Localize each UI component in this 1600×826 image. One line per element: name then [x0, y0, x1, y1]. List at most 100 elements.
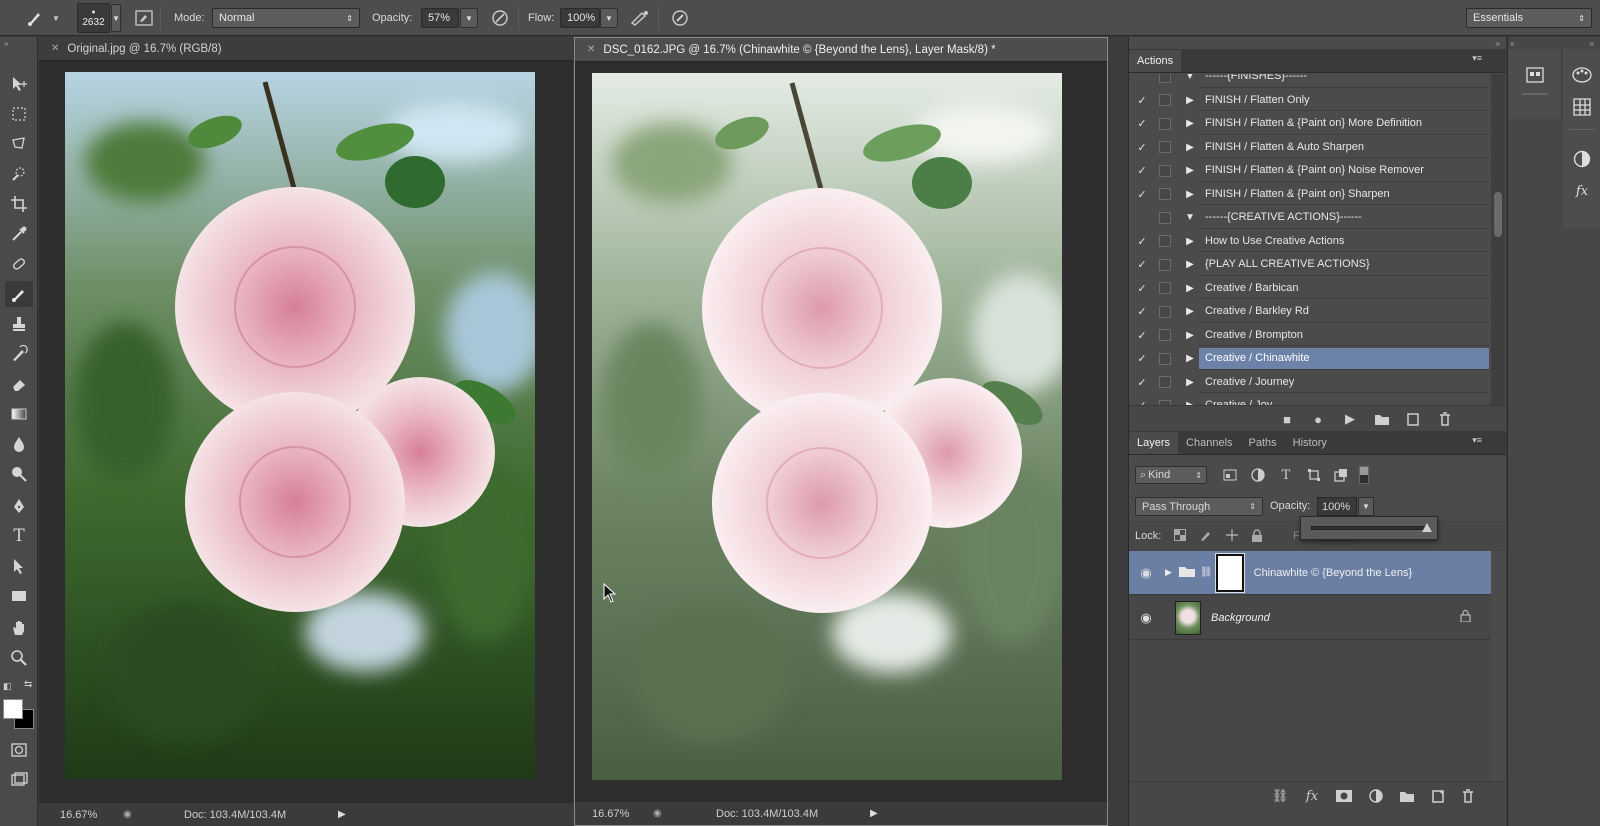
hand-tool-icon[interactable]	[5, 615, 33, 641]
actions-scrollbar[interactable]	[1491, 74, 1505, 405]
zoom-level[interactable]: 16.67%	[60, 809, 97, 821]
action-toggle-check[interactable]: ✓	[1129, 282, 1155, 295]
action-row[interactable]: ✓ ▶ FINISH / Flatten & {Paint on} Noise Re…	[1129, 159, 1489, 182]
brush-size-dropdown[interactable]: ▼	[111, 0, 121, 36]
layer-filter-kind-select[interactable]: ⌕ Kind ⇕	[1135, 466, 1207, 484]
action-toggle-check[interactable]: ✓	[1129, 141, 1155, 154]
pressure-size-icon[interactable]	[668, 0, 692, 36]
opacity-slider-popup[interactable]	[1300, 516, 1438, 540]
layer-name[interactable]: Background	[1211, 612, 1460, 624]
action-toggle-check[interactable]: ✓	[1129, 94, 1155, 107]
action-toggle-check[interactable]: ✓	[1129, 117, 1155, 130]
action-toggle-check[interactable]: ✓	[1129, 305, 1155, 318]
dialog-toggle-box[interactable]	[1159, 117, 1171, 130]
collapsed-triangle-icon[interactable]: ▶	[1181, 330, 1199, 341]
action-toggle-check[interactable]: ✓	[1129, 235, 1155, 248]
brush-tool-icon[interactable]	[5, 281, 33, 307]
dialog-toggle-box[interactable]	[1159, 258, 1171, 271]
filter-shape-layers-icon[interactable]	[1305, 466, 1323, 484]
action-toggle-check[interactable]: ✓	[1129, 188, 1155, 201]
layers-panel-menu-icon[interactable]: ▾≡	[1472, 435, 1482, 446]
new-action-icon[interactable]	[1405, 411, 1421, 427]
visibility-eye-icon[interactable]: ◉	[1129, 610, 1163, 626]
dialog-toggle-box[interactable]	[1159, 141, 1171, 153]
collapsed-triangle-icon[interactable]: ▶	[1181, 165, 1199, 176]
play-icon[interactable]: ▶	[1342, 411, 1358, 427]
layer-thumbnail[interactable]	[1175, 600, 1201, 635]
libraries-icon[interactable]	[1522, 63, 1548, 87]
collapsed-triangle-icon[interactable]: ▶	[1181, 283, 1199, 294]
expanded-triangle-icon[interactable]: ▼	[1181, 212, 1199, 223]
status-menu-arrow-icon[interactable]: ▶	[338, 809, 346, 820]
canvas-area[interactable]	[575, 63, 1107, 801]
dialog-toggle-box[interactable]	[1159, 74, 1171, 83]
filter-smart-objects-icon[interactable]	[1332, 466, 1350, 484]
delete-action-icon[interactable]	[1437, 411, 1453, 427]
adjustments-icon[interactable]	[1569, 147, 1595, 171]
filter-toggle-switch[interactable]	[1359, 466, 1369, 484]
mask-link-icon[interactable]: ⛓	[1200, 567, 1213, 578]
mode-select[interactable]: Normal ⇕	[212, 0, 360, 36]
history-brush-tool-icon[interactable]	[5, 341, 33, 367]
filter-pixel-layers-icon[interactable]	[1221, 466, 1239, 484]
actions-scrollbar-thumb[interactable]	[1494, 192, 1502, 237]
collapsed-triangle-icon[interactable]: ▶	[1181, 189, 1199, 200]
color-palette-icon[interactable]	[1569, 63, 1595, 87]
action-row[interactable]: ✓ ▶ FINISH / Flatten & {Paint on} Sharpen	[1129, 183, 1489, 206]
group-expand-triangle-icon[interactable]: ▶	[1165, 567, 1172, 578]
swatches-grid-icon[interactable]	[1569, 95, 1595, 119]
screen-mode-icon[interactable]	[5, 767, 33, 793]
new-set-folder-icon[interactable]	[1374, 411, 1390, 427]
new-layer-icon[interactable]	[1429, 788, 1447, 804]
quick-mask-icon[interactable]	[5, 737, 33, 763]
dialog-toggle-box[interactable]	[1159, 188, 1171, 200]
action-toggle-check[interactable]: ✓	[1129, 352, 1155, 365]
quick-selection-tool-icon[interactable]	[5, 161, 33, 187]
type-tool-icon[interactable]: T	[5, 523, 33, 549]
collapsed-triangle-icon[interactable]: ▶	[1181, 353, 1199, 364]
action-toggle-check[interactable]: ✓	[1129, 376, 1155, 389]
marquee-tool-icon[interactable]	[5, 101, 33, 127]
action-toggle-check[interactable]: ✓	[1129, 164, 1155, 177]
action-row[interactable]: ✓ ▶ Creative / Chinawhite	[1129, 347, 1489, 370]
action-row[interactable]: ✓ ▶ {PLAY ALL CREATIVE ACTIONS}	[1129, 253, 1489, 276]
action-row[interactable]: ✓ ▶ Creative / Barbican	[1129, 277, 1489, 300]
collapse-dock-left-icon[interactable]: «	[1510, 39, 1514, 48]
action-row[interactable]: ✓ ▶ Creative / Brompton	[1129, 324, 1489, 347]
brush-tool-preset-icon[interactable]	[22, 0, 48, 36]
brush-panel-toggle-icon[interactable]	[133, 0, 155, 36]
layer-opacity-input[interactable]: 100%	[1317, 497, 1357, 516]
dialog-toggle-box[interactable]	[1159, 305, 1171, 318]
collapse-dock-right-icon[interactable]: «	[1590, 39, 1594, 48]
layer-opacity-dropdown[interactable]: ▼	[1358, 497, 1374, 516]
share-icon[interactable]: ◉	[123, 809, 132, 820]
layer-row[interactable]: ◉ Background	[1129, 596, 1491, 640]
status-menu-arrow-icon[interactable]: ▶	[870, 808, 878, 819]
eyedropper-tool-icon[interactable]	[5, 221, 33, 247]
tab-history[interactable]: History	[1285, 432, 1335, 454]
airbrush-icon[interactable]	[628, 0, 652, 36]
dialog-toggle-box[interactable]	[1159, 376, 1171, 388]
pen-tool-icon[interactable]	[5, 493, 33, 519]
styles-fx-icon[interactable]: fx	[1569, 179, 1595, 203]
collapsed-triangle-icon[interactable]: ▶	[1181, 142, 1199, 153]
move-tool-icon[interactable]	[5, 71, 33, 97]
document-tab-original[interactable]: ✕ Original.jpg @ 16.7% (RGB/8)	[39, 37, 573, 61]
stop-icon[interactable]: ■	[1279, 411, 1295, 427]
dialog-toggle-box[interactable]	[1159, 329, 1171, 341]
rectangle-tool-icon[interactable]	[5, 583, 33, 609]
record-icon[interactable]: ●	[1310, 411, 1326, 427]
opacity-dropdown[interactable]: ▼	[460, 0, 478, 36]
dialog-toggle-box[interactable]	[1159, 164, 1171, 177]
flow-input[interactable]: 100%	[560, 0, 600, 36]
action-row[interactable]: ✓ ▶ Creative / Barkley Rd	[1129, 300, 1489, 323]
dialog-toggle-box[interactable]	[1159, 94, 1171, 106]
layer-mask-thumbnail[interactable]	[1214, 552, 1245, 593]
blur-tool-icon[interactable]	[5, 431, 33, 457]
collapsed-triangle-icon[interactable]: ▶	[1181, 377, 1199, 388]
path-selection-tool-icon[interactable]	[5, 553, 33, 579]
dialog-toggle-box[interactable]	[1159, 352, 1171, 365]
flow-dropdown[interactable]: ▼	[600, 0, 618, 36]
dialog-toggle-box[interactable]	[1159, 211, 1171, 224]
lasso-tool-icon[interactable]	[5, 131, 33, 157]
